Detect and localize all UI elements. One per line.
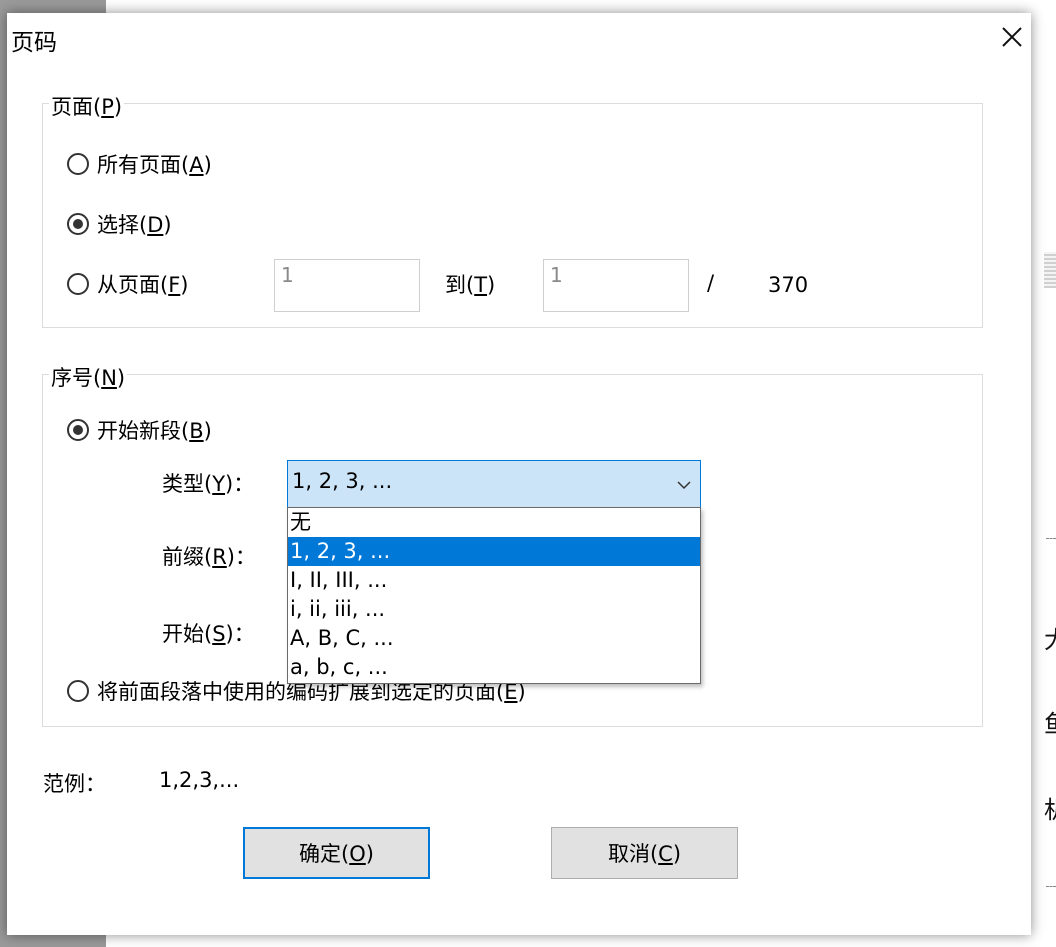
- total-pages: 370: [768, 273, 809, 297]
- dropdown-option[interactable]: i, ii, iii, ...: [288, 595, 700, 624]
- close-button[interactable]: [996, 21, 1028, 53]
- type-dropdown-list: 无 1, 2, 3, ... I, II, III, ... i, ii, ii…: [287, 507, 701, 684]
- dialog-title: 页码: [11, 30, 57, 56]
- radio-from-page[interactable]: 从页面(F): [67, 269, 189, 299]
- radio-label: 从页面(F): [97, 273, 189, 297]
- background-text: 大: [1044, 620, 1056, 655]
- example-label: 范例：: [43, 772, 106, 796]
- cancel-button-label: 取消(C): [607, 842, 682, 866]
- radio-label: 选择(D): [97, 213, 172, 237]
- background-scrollbar-grip: [1044, 252, 1056, 288]
- dropdown-option[interactable]: 无: [288, 508, 700, 537]
- pages-group-legend: 页面(P): [49, 91, 125, 121]
- to-page-input[interactable]: 1: [543, 259, 689, 312]
- start-label: 开始(S)：: [162, 622, 255, 646]
- type-combobox[interactable]: 1, 2, 3, ...: [287, 460, 701, 509]
- background-dash: [1046, 886, 1056, 887]
- from-page-input[interactable]: 1: [274, 259, 420, 312]
- numbering-group-legend: 序号(N): [49, 362, 128, 392]
- radio-circle-selected: [67, 419, 89, 441]
- type-combobox-value: 1, 2, 3, ...: [292, 469, 393, 493]
- chevron-down-icon[interactable]: [676, 477, 692, 493]
- background-dash: [1046, 538, 1056, 539]
- page-number-dialog: 页码 页面(P) 所有页面(A) 选择(D) 从页面(F) 1 到(T) 1 /…: [7, 13, 1031, 935]
- radio-circle: [67, 273, 89, 295]
- dropdown-option[interactable]: A, B, C, ...: [288, 624, 700, 653]
- prefix-label: 前缀(R)：: [162, 545, 256, 569]
- background-text: 机: [1044, 790, 1056, 825]
- to-label: 到(T): [445, 273, 496, 297]
- radio-start-new-section[interactable]: 开始新段(B): [67, 415, 212, 445]
- ok-button[interactable]: 确定(O): [243, 827, 430, 879]
- radio-label: 所有页面(A): [97, 153, 212, 177]
- close-icon: [1002, 27, 1022, 47]
- dropdown-option[interactable]: a, b, c, ...: [288, 653, 700, 682]
- radio-label: 开始新段(B): [97, 419, 212, 443]
- cancel-button[interactable]: 取消(C): [551, 827, 738, 879]
- page-separator: /: [707, 271, 715, 295]
- type-label: 类型(Y)：: [162, 472, 255, 496]
- example-value: 1,2,3,...: [159, 768, 240, 792]
- dropdown-option[interactable]: I, II, III, ...: [288, 566, 700, 595]
- radio-circle-selected: [67, 213, 89, 235]
- radio-all-pages[interactable]: 所有页面(A): [67, 149, 212, 179]
- radio-selection[interactable]: 选择(D): [67, 209, 172, 239]
- background-text: 鱼: [1044, 704, 1056, 739]
- ok-button-label: 确定(O): [299, 842, 374, 866]
- dropdown-option-selected[interactable]: 1, 2, 3, ...: [288, 537, 700, 566]
- radio-circle: [67, 153, 89, 175]
- radio-circle: [67, 680, 89, 702]
